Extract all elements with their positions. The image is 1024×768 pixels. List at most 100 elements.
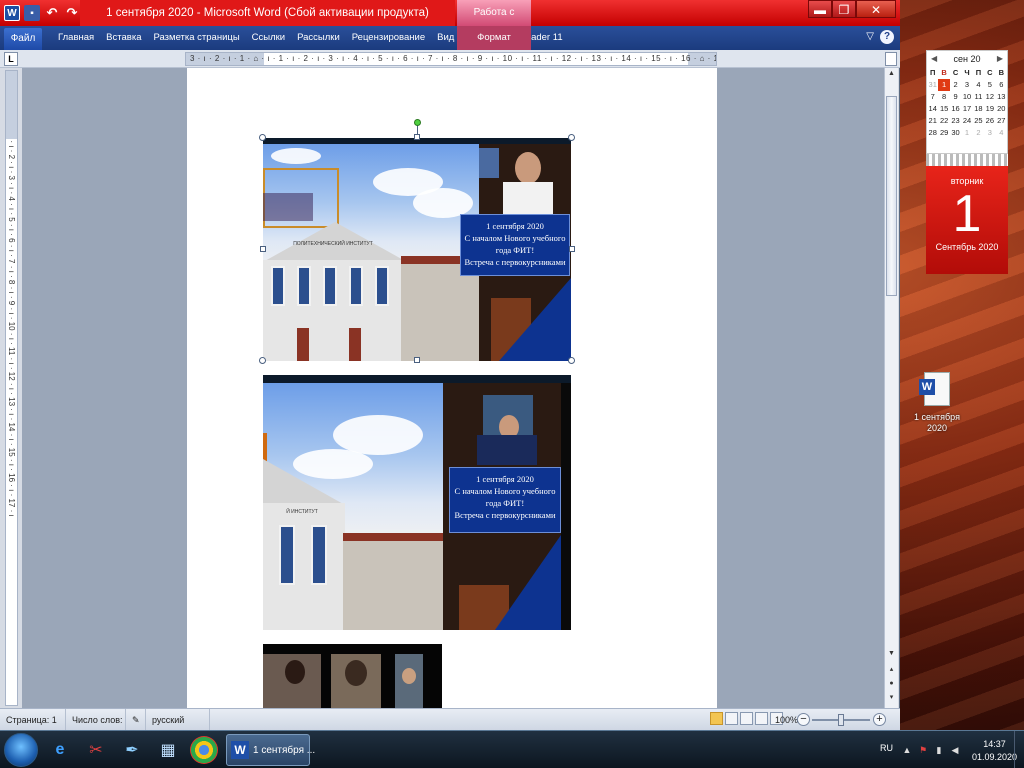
calendar-day-cell[interactable]: 28 (927, 127, 938, 139)
network-icon[interactable]: ▮ (934, 745, 944, 755)
calendar-day-cell[interactable]: 10 (961, 91, 972, 103)
language-indicator[interactable]: RU (880, 743, 893, 753)
page-count-status[interactable]: Страница: 1 из 2 (0, 709, 66, 747)
calendar-next-icon[interactable]: ▶ (997, 51, 1003, 67)
save-icon[interactable]: ▪ (24, 5, 40, 21)
calendar-day-cell[interactable]: 17 (961, 103, 972, 115)
calendar-day-cell[interactable]: 20 (996, 103, 1007, 115)
document-area[interactable]: ПОЛИТЕХНИЧЕСКИЙ ИНСТИТУТ 1 сентября 2020 (22, 68, 884, 708)
resize-handle-nw[interactable] (259, 134, 266, 141)
calendar-day-cell[interactable]: 30 (950, 127, 961, 139)
calendar-day-cell[interactable]: 15 (938, 103, 949, 115)
picture-1[interactable]: ПОЛИТЕХНИЧЕСКИЙ ИНСТИТУТ 1 сентября 2020 (263, 138, 571, 361)
calendar-day-cell[interactable]: 26 (984, 115, 995, 127)
show-desktop-button[interactable] (1014, 731, 1024, 768)
next-page-icon[interactable]: ▾ (886, 692, 897, 704)
close-button[interactable]: ✕ (856, 0, 896, 18)
help-icon[interactable]: ? (880, 30, 894, 44)
calendar-day-cell[interactable]: 3 (961, 79, 972, 91)
calendar-day-cell[interactable]: 6 (996, 79, 1007, 91)
zoom-out-button[interactable]: − (797, 713, 810, 726)
outline-view-icon[interactable] (755, 712, 768, 725)
language-status[interactable]: русский (146, 709, 210, 731)
taskbar-word-button[interactable]: W 1 сентября ... (226, 734, 315, 766)
tab-format[interactable]: Формат (457, 26, 531, 50)
calendar-day-cell[interactable]: 9 (950, 91, 961, 103)
horizontal-ruler[interactable]: 3 · ı · 2 · ı · 1 · ⌂ · ı · 1 · ı · 2 · … (185, 52, 717, 66)
maximize-button[interactable]: ❐ (832, 0, 856, 18)
zoom-slider-thumb[interactable] (838, 714, 844, 726)
word-app-icon[interactable]: W (4, 5, 20, 21)
calendar-prev-icon[interactable]: ◀ (931, 51, 937, 67)
scroll-up-icon[interactable]: ▲ (886, 68, 897, 80)
calendar-day-cell[interactable]: 31 (927, 79, 938, 91)
view-ruler-icon[interactable] (885, 52, 897, 66)
resize-handle-w[interactable] (260, 246, 266, 252)
document-page[interactable]: ПОЛИТЕХНИЧЕСКИЙ ИНСТИТУТ 1 сентября 2020 (187, 68, 717, 708)
calendar-day-cell[interactable]: 27 (996, 115, 1007, 127)
chrome-icon[interactable] (190, 736, 218, 764)
calendar-day-cell[interactable]: 14 (927, 103, 938, 115)
calendar-day-cell[interactable]: 4 (996, 127, 1007, 139)
calendar-day-cell[interactable]: 22 (938, 115, 949, 127)
calendar-day-cell[interactable]: 13 (996, 91, 1007, 103)
start-button[interactable] (4, 733, 38, 767)
resize-handle-e[interactable] (569, 246, 575, 252)
calendar-day-cell[interactable]: 18 (973, 103, 984, 115)
vertical-ruler[interactable]: 1 · ı · 2 · ı · 1 · ı · 1 · ı · 2 · ı · … (5, 70, 18, 706)
internet-explorer-icon[interactable]: e (46, 736, 74, 764)
tab-insert[interactable]: Вставка (100, 26, 147, 50)
calendar-day-cell[interactable]: 1 (938, 79, 950, 91)
minimize-ribbon-icon[interactable]: ▽ (866, 30, 874, 44)
calendar-day-cell[interactable]: 23 (950, 115, 961, 127)
undo-icon[interactable]: ↶ (44, 5, 60, 21)
calendar-gadget[interactable]: ◀ сен 20 ▶ П В С Ч П С В 31 1 2 3 4 5 6 7 8 9 10 11 12 13 14 1… (926, 50, 1008, 274)
calendar-day-cell[interactable]: 29 (938, 127, 949, 139)
calendar-day-cell[interactable]: 21 (927, 115, 938, 127)
tab-home[interactable]: Главная (52, 26, 100, 50)
calendar-day-cell[interactable]: 12 (984, 91, 995, 103)
calendar-day-cell[interactable]: 1 (961, 127, 972, 139)
clock[interactable]: 14:37 01.09.2020 (972, 738, 1017, 764)
minimize-button[interactable]: ▬ (808, 0, 832, 18)
tab-page-layout[interactable]: Разметка страницы (147, 26, 245, 50)
rotate-handle[interactable] (414, 119, 421, 126)
calendar-day-cell[interactable]: 2 (950, 79, 961, 91)
calendar-day-cell[interactable]: 19 (984, 103, 995, 115)
volume-icon[interactable]: ◀ (950, 745, 960, 755)
resize-handle-n[interactable] (414, 134, 420, 140)
zoom-in-button[interactable]: + (873, 713, 886, 726)
calendar-day-cell[interactable]: 16 (950, 103, 961, 115)
tab-selector[interactable]: L (4, 52, 18, 66)
web-layout-view-icon[interactable] (740, 712, 753, 725)
resize-handle-sw[interactable] (259, 357, 266, 364)
calendar-day-cell[interactable]: 5 (984, 79, 995, 91)
calendar-day-cell[interactable]: 2 (973, 127, 984, 139)
tab-view[interactable]: Вид (431, 26, 460, 50)
full-screen-view-icon[interactable] (725, 712, 738, 725)
calendar-day-cell[interactable]: 4 (973, 79, 984, 91)
picture-3[interactable] (263, 644, 442, 708)
calendar-day-cell[interactable]: 7 (927, 91, 938, 103)
zoom-level[interactable]: 100% (775, 709, 798, 731)
resize-handle-se[interactable] (568, 357, 575, 364)
prev-page-icon[interactable]: ▴ (886, 664, 897, 676)
calendar-day-cell[interactable]: 3 (984, 127, 995, 139)
calendar-day-cell[interactable]: 24 (961, 115, 972, 127)
browse-object-icon[interactable]: ● (886, 678, 897, 690)
redo-icon[interactable]: ↷ (64, 5, 80, 21)
print-layout-view-icon[interactable] (710, 712, 723, 725)
desktop-icon-document[interactable]: W 1 сентября 2020 (908, 372, 966, 434)
scroll-thumb[interactable] (886, 96, 897, 296)
action-center-icon[interactable]: ⚑ (918, 745, 928, 755)
scroll-down-icon[interactable]: ▼ (886, 648, 897, 660)
picture-2[interactable]: Й ИНСТИТУТ 1 сентября 2020 С началом Нов… (263, 375, 571, 630)
tab-references[interactable]: Ссылки (246, 26, 291, 50)
calendar-day-cell[interactable]: 11 (973, 91, 984, 103)
tab-file[interactable]: Файл (4, 28, 42, 50)
tab-mailings[interactable]: Рассылки (291, 26, 346, 50)
tools-icon[interactable]: ✂ (82, 736, 110, 764)
resize-handle-s[interactable] (414, 357, 420, 363)
tray-expand-icon[interactable]: ▲ (902, 745, 912, 755)
calculator-icon[interactable]: ▦ (154, 736, 182, 764)
